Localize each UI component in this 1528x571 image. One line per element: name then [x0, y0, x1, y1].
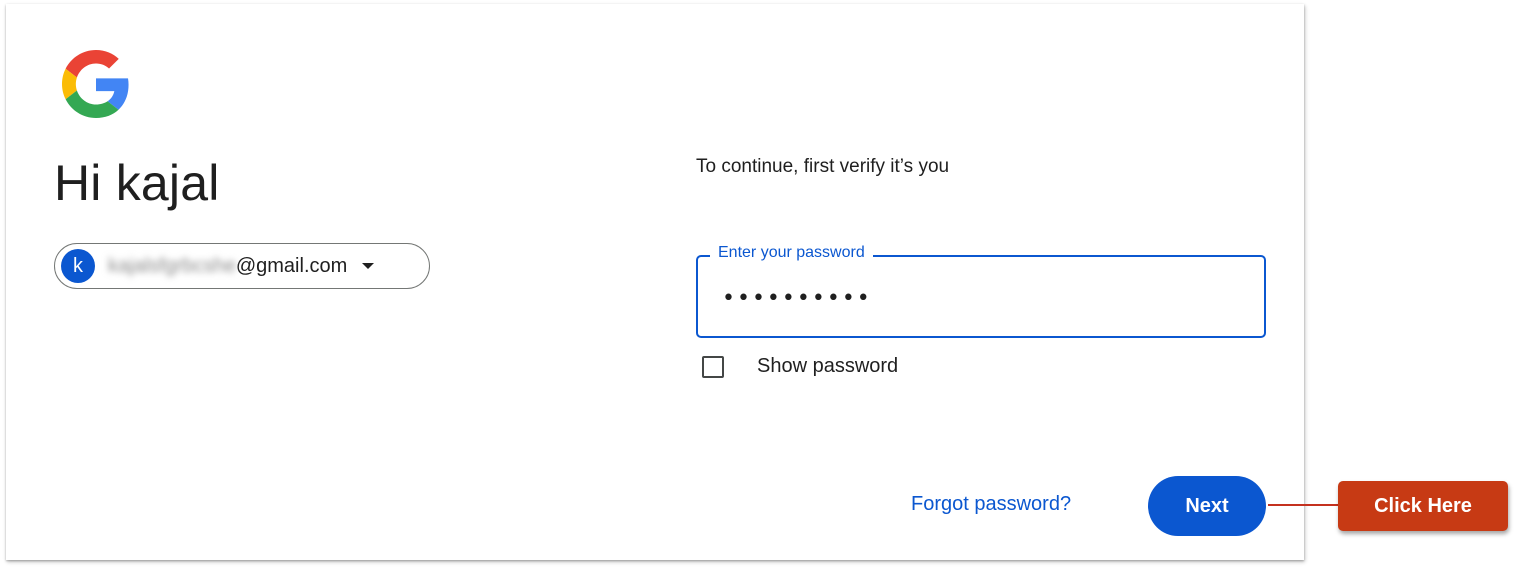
avatar: k	[61, 249, 95, 283]
click-here-callout: Click Here	[1338, 481, 1508, 531]
account-chooser[interactable]: k kajalsfgrbcshe @gmail.com	[54, 243, 430, 289]
sign-in-card: Hi kajal k kajalsfgrbcshe @gmail.com To …	[6, 4, 1304, 560]
email-domain: @gmail.com	[235, 254, 348, 277]
password-input[interactable]	[720, 277, 1244, 319]
greeting-heading: Hi kajal	[54, 155, 220, 211]
chevron-down-icon	[362, 263, 375, 269]
show-password-checkbox[interactable]	[702, 355, 724, 378]
email-masked-part: kajalsfgrbcshe	[108, 254, 236, 277]
forgot-password-link[interactable]: Forgot password?	[911, 493, 1071, 516]
google-logo-icon	[62, 50, 129, 118]
show-password-toggle[interactable]: Show password	[702, 355, 898, 378]
show-password-label: Show password	[757, 355, 899, 377]
verify-subtitle: To continue, first verify it’s you	[696, 156, 950, 177]
password-field[interactable]: Enter your password	[696, 244, 1266, 338]
account-email: kajalsfgrbcshe @gmail.com	[108, 255, 347, 278]
password-field-label: Enter your password	[710, 244, 873, 262]
callout-connector-line	[1268, 504, 1340, 506]
next-button[interactable]: Next	[1148, 476, 1266, 536]
